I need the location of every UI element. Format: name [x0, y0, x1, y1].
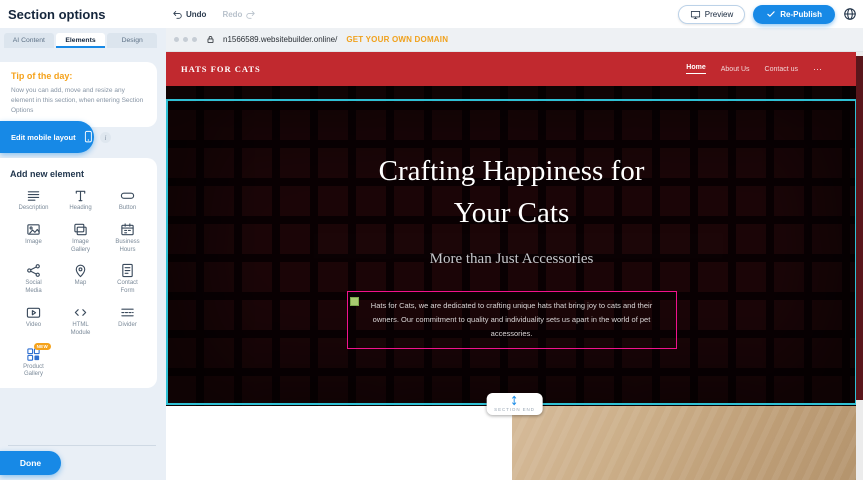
element-button[interactable]: Button — [104, 188, 151, 213]
map-pin-icon — [73, 263, 88, 278]
topbar-actions: Preview Re-Publish — [678, 5, 857, 24]
undo-icon — [172, 9, 183, 20]
element-grid: Description Heading Button Image — [10, 188, 151, 379]
preview-button[interactable]: Preview — [678, 5, 745, 24]
nav-contact-us[interactable]: Contact us — [765, 66, 798, 73]
description-icon — [26, 188, 41, 203]
tab-design[interactable]: Design — [107, 33, 157, 48]
element-image[interactable]: Image — [10, 222, 57, 255]
element-heading[interactable]: Heading — [57, 188, 104, 213]
business-hours-icon — [120, 222, 135, 237]
hero-body-text: Hats for Cats, we are dedicated to craft… — [371, 301, 652, 338]
sidebar-tabs: AI Content Elements Design — [0, 28, 166, 48]
monitor-icon — [690, 9, 701, 20]
element-business-hours[interactable]: Business Hours — [104, 222, 151, 255]
element-contact-form[interactable]: Contact Form — [104, 263, 151, 296]
element-map[interactable]: Map — [57, 263, 104, 296]
nav-home[interactable]: Home — [686, 64, 705, 74]
preview-label: Preview — [705, 10, 733, 19]
image-icon — [26, 222, 41, 237]
redo-button[interactable]: Redo — [222, 9, 256, 20]
element-image-gallery[interactable]: Image Gallery — [57, 222, 104, 255]
code-icon — [73, 305, 88, 320]
new-badge: NEW — [34, 343, 51, 350]
hero-text-element[interactable]: Hats for Cats, we are dedicated to craft… — [347, 291, 677, 349]
window-control-dot — [183, 37, 188, 42]
phone-icon — [82, 129, 94, 145]
info-icon[interactable]: i — [100, 132, 111, 143]
element-drag-handle[interactable] — [350, 297, 359, 306]
window-control-dot — [192, 37, 197, 42]
add-element-panel: Add new element Description Heading Butt… — [0, 158, 157, 388]
button-icon — [120, 188, 135, 203]
nav-about-us[interactable]: About Us — [721, 66, 750, 73]
tip-card: Tip of the day: Now you can add, move an… — [0, 62, 157, 127]
lock-icon — [206, 35, 215, 44]
video-icon — [26, 305, 41, 320]
element-html-module[interactable]: HTML Module — [57, 305, 104, 338]
resize-vertical-icon — [510, 395, 519, 406]
tab-elements[interactable]: Elements — [56, 33, 106, 48]
element-divider[interactable]: Divider — [104, 305, 151, 338]
sidebar: AI Content Elements Design Tip of the da… — [0, 28, 166, 480]
app-topbar: Section options Undo Redo Preview Re-P — [0, 0, 863, 28]
republish-button[interactable]: Re-Publish — [753, 5, 835, 24]
browser-chrome: n1566589.websitebuilder.online/ GET YOUR… — [166, 28, 863, 52]
redo-icon — [245, 9, 256, 20]
preview-area: n1566589.websitebuilder.online/ GET YOUR… — [166, 28, 863, 480]
hero-subtitle[interactable]: More than Just Accessories — [430, 251, 594, 268]
hero-section[interactable]: Crafting Happiness for Your Cats More th… — [166, 86, 863, 406]
edit-mobile-layout-button[interactable]: Edit mobile layout — [0, 121, 94, 153]
element-product-gallery[interactable]: NEW Product Gallery — [10, 347, 57, 380]
element-social-media[interactable]: Social Media — [10, 263, 57, 296]
window-control-dot — [174, 37, 179, 42]
edit-mobile-label: Edit mobile layout — [11, 133, 76, 142]
heading-icon — [73, 188, 88, 203]
sidebar-divider — [8, 445, 156, 446]
divider-icon — [120, 305, 135, 320]
site-header: HATS FOR CATS Home About Us Contact us ⋯ — [166, 52, 863, 86]
element-video[interactable]: Video — [10, 305, 57, 338]
site-url: n1566589.websitebuilder.online/ — [223, 35, 337, 44]
redo-label: Redo — [222, 10, 242, 19]
panel-title: Add new element — [10, 169, 151, 179]
language-globe-button[interactable] — [843, 7, 857, 21]
undo-button[interactable]: Undo — [172, 9, 206, 20]
check-icon — [766, 9, 776, 19]
next-section-image[interactable] — [512, 406, 857, 480]
section-end-label: SECTION END — [494, 407, 535, 412]
social-media-icon — [26, 263, 41, 278]
tip-title: Tip of the day: — [11, 71, 146, 81]
undo-label: Undo — [186, 10, 206, 19]
site-nav: Home About Us Contact us ⋯ — [686, 64, 848, 75]
republish-label: Re-Publish — [780, 10, 822, 19]
history-controls: Undo Redo — [172, 9, 256, 20]
page-title: Section options — [8, 7, 106, 22]
scrollbar-thumb[interactable] — [856, 56, 863, 400]
get-domain-link[interactable]: GET YOUR OWN DOMAIN — [346, 35, 448, 44]
done-button[interactable]: Done — [0, 451, 61, 475]
image-gallery-icon — [73, 222, 88, 237]
tip-body: Now you can add, move and resize any ele… — [11, 86, 146, 116]
element-description[interactable]: Description — [10, 188, 57, 213]
nav-more-icon[interactable]: ⋯ — [813, 64, 822, 75]
section-end-pill: SECTION END — [486, 393, 543, 415]
hero-title[interactable]: Crafting Happiness for Your Cats — [352, 150, 672, 234]
contact-form-icon — [120, 263, 135, 278]
tab-ai-content[interactable]: AI Content — [4, 33, 54, 48]
next-section — [166, 406, 863, 480]
hero-content: Crafting Happiness for Your Cats More th… — [166, 86, 857, 406]
section-end-handle[interactable]: SECTION END — [486, 393, 543, 415]
site-logo[interactable]: HATS FOR CATS — [181, 64, 261, 74]
